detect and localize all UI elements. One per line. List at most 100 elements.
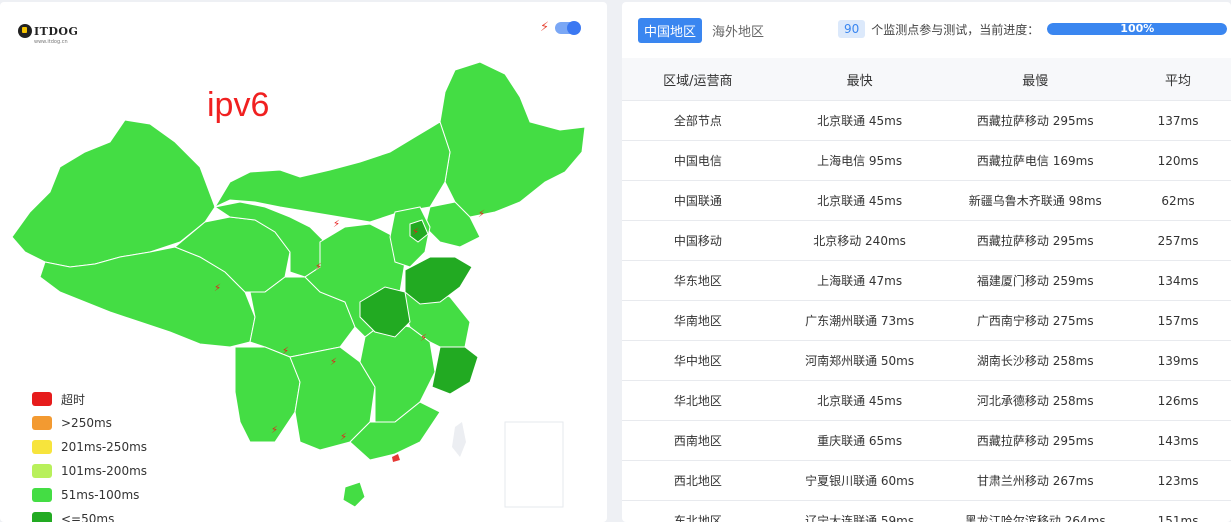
latency-legend: 超时 >250ms 201ms-250ms 101ms-200ms 51ms-1…	[32, 387, 147, 522]
table-header-row: 区域/运营商 最快 最慢 平均	[622, 58, 1231, 101]
test-progress: 90 个监测点参与测试，当前进度： 100%	[838, 20, 1228, 38]
map-marker-icon: ⚡	[420, 333, 427, 344]
map-region-taiwan	[452, 422, 466, 457]
cell-slowest: 湖南长沙移动 258ms	[945, 340, 1126, 381]
legend-label: <=50ms	[61, 512, 115, 522]
cell-slowest: 广西南宁移动 275ms	[945, 300, 1126, 341]
legend-label: 101ms-200ms	[61, 464, 148, 478]
cell-fastest: 北京移动 240ms	[773, 220, 946, 261]
table-row: 西南地区 重庆联通 65ms 西藏拉萨移动 295ms 143ms	[622, 420, 1231, 461]
legend-swatch	[32, 392, 52, 406]
table-row: 中国联通 北京联通 45ms 新疆乌鲁木齐联通 98ms 62ms	[622, 180, 1231, 221]
legend-swatch	[32, 512, 52, 522]
map-marker-icon: ⚡	[333, 219, 340, 230]
table-row: 华北地区 北京联通 45ms 河北承德移动 258ms 126ms	[622, 380, 1231, 421]
map-region-zhejiang	[431, 346, 479, 395]
map-region-shandong	[404, 256, 473, 305]
progress-bar: 100%	[1047, 23, 1228, 35]
cell-fastest: 广东潮州联通 73ms	[773, 300, 946, 341]
table-row: 华东地区 上海联通 47ms 福建厦门移动 259ms 134ms	[622, 260, 1231, 301]
region-tabs: 中国地区 海外地区	[638, 18, 774, 43]
map-marker-icon: ⚡	[282, 346, 289, 357]
cell-region: 中国移动	[622, 220, 774, 261]
results-panel: 中国地区 海外地区 90 个监测点参与测试，当前进度： 100% 区域/运营商 …	[622, 2, 1231, 522]
legend-item: 51ms-100ms	[32, 483, 147, 507]
progress-value: 100%	[1120, 23, 1155, 35]
map-region-yunnan	[234, 346, 301, 443]
map-marker-icon: ⚡	[330, 357, 337, 368]
map-marker-icon: ⚡	[412, 227, 419, 238]
cell-average: 143ms	[1125, 420, 1231, 461]
table-row: 中国移动 北京移动 240ms 西藏拉萨移动 295ms 257ms	[622, 220, 1231, 261]
map-marker-icon: ⚡	[478, 209, 485, 220]
header-slowest: 最慢	[945, 58, 1126, 101]
map-marker-icon: ⚡	[271, 425, 278, 436]
cell-average: 137ms	[1125, 100, 1231, 141]
cell-average: 139ms	[1125, 340, 1231, 381]
cell-slowest: 河北承德移动 258ms	[945, 380, 1126, 421]
legend-item: <=50ms	[32, 507, 147, 522]
cell-fastest: 北京联通 45ms	[773, 100, 946, 141]
cell-slowest: 新疆乌鲁木齐联通 98ms	[945, 180, 1126, 221]
legend-swatch	[32, 488, 52, 502]
table-row: 全部节点 北京联通 45ms 西藏拉萨移动 295ms 137ms	[622, 100, 1231, 141]
cell-region: 中国联通	[622, 180, 774, 221]
map-marker-icon: ⚡	[340, 432, 347, 443]
ip-version-label: ipv6	[207, 86, 270, 124]
cell-average: 120ms	[1125, 140, 1231, 181]
legend-swatch	[32, 464, 52, 478]
cell-fastest: 北京联通 45ms	[773, 180, 946, 221]
cell-slowest: 黑龙江哈尔滨移动 264ms	[945, 500, 1126, 522]
header-average: 平均	[1125, 58, 1231, 101]
legend-label: 201ms-250ms	[61, 440, 148, 454]
header-fastest: 最快	[773, 58, 946, 101]
map-region-hainan	[342, 481, 366, 508]
cell-average: 62ms	[1125, 180, 1231, 221]
cell-fastest: 河南郑州联通 50ms	[773, 340, 946, 381]
map-region-northeast	[439, 61, 586, 218]
results-table: 区域/运营商 最快 最慢 平均 全部节点 北京联通 45ms 西藏拉萨移动 295m…	[622, 58, 1231, 522]
legend-item: 超时	[32, 387, 147, 411]
cell-slowest: 甘肃兰州移动 267ms	[945, 460, 1126, 501]
cell-average: 123ms	[1125, 460, 1231, 501]
map-panel: ITDOG www.itdog.cn ⚡ ⚡ ⚡ ⚡ ⚡ ⚡ ⚡ ⚡ ⚡ ⚡ ⚡…	[0, 2, 607, 522]
cell-slowest: 西藏拉萨移动 295ms	[945, 220, 1126, 261]
table-row: 华中地区 河南郑州联通 50ms 湖南长沙移动 258ms 139ms	[622, 340, 1231, 381]
legend-label: 超时	[61, 392, 86, 407]
table-row: 华南地区 广东潮州联通 73ms 广西南宁移动 275ms 157ms	[622, 300, 1231, 341]
cell-region: 中国电信	[622, 140, 774, 181]
cell-region: 华中地区	[622, 340, 774, 381]
map-marker-icon: ⚡	[315, 262, 322, 273]
monitor-count-badge: 90	[838, 20, 866, 38]
cell-fastest: 北京联通 45ms	[773, 380, 946, 421]
map-marker-icon: ⚡	[214, 283, 221, 294]
table-row: 西北地区 宁夏银川联通 60ms 甘肃兰州移动 267ms 123ms	[622, 460, 1231, 501]
cell-region: 华东地区	[622, 260, 774, 301]
cell-average: 151ms	[1125, 500, 1231, 522]
table-row: 中国电信 上海电信 95ms 西藏拉萨电信 169ms 120ms	[622, 140, 1231, 181]
cell-fastest: 宁夏银川联通 60ms	[773, 460, 946, 501]
cell-fastest: 辽宁大连联通 59ms	[773, 500, 946, 522]
legend-item: 101ms-200ms	[32, 459, 147, 483]
cell-fastest: 上海电信 95ms	[773, 140, 946, 181]
cell-average: 134ms	[1125, 260, 1231, 301]
cell-region: 西南地区	[622, 420, 774, 461]
cell-fastest: 上海联通 47ms	[773, 260, 946, 301]
cell-region: 全部节点	[622, 100, 774, 141]
tab-china[interactable]: 中国地区	[638, 18, 703, 43]
cell-region: 东北地区	[622, 500, 774, 522]
south-sea-inset	[504, 421, 564, 508]
cell-slowest: 西藏拉萨移动 295ms	[945, 420, 1126, 461]
map-region-hong-kong	[392, 454, 400, 462]
progress-text: 个监测点参与测试，当前进度：	[871, 22, 1040, 37]
legend-item: >250ms	[32, 411, 147, 435]
tab-overseas[interactable]: 海外地区	[706, 18, 770, 43]
legend-label: >250ms	[61, 416, 112, 430]
legend-item: 201ms-250ms	[32, 435, 147, 459]
table-row: 东北地区 辽宁大连联通 59ms 黑龙江哈尔滨移动 264ms 151ms	[622, 500, 1231, 522]
header-region: 区域/运营商	[622, 58, 774, 101]
cell-slowest: 福建厦门移动 259ms	[945, 260, 1126, 301]
cell-region: 华北地区	[622, 380, 774, 421]
cell-slowest: 西藏拉萨电信 169ms	[945, 140, 1126, 181]
cell-region: 华南地区	[622, 300, 774, 341]
